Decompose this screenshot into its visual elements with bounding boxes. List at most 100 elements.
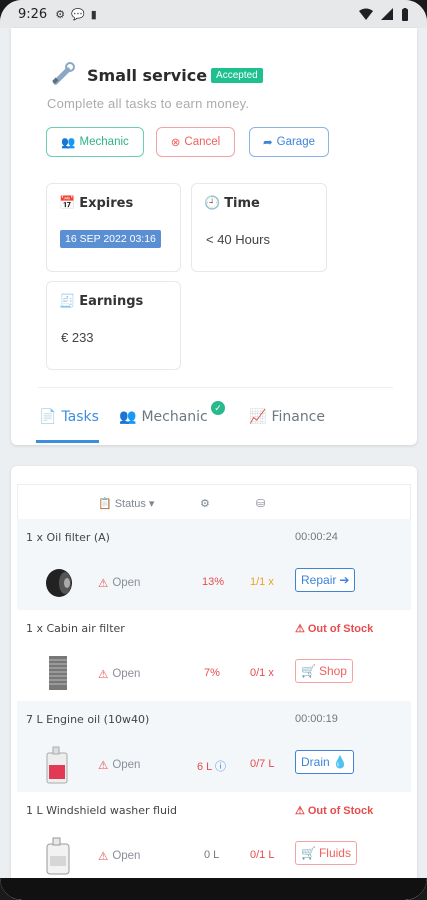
cancel-circle-icon: ⊗ — [170, 137, 181, 149]
expires-card: 📅 Expires 16 SEP 2022 03:16 — [46, 183, 181, 272]
task-ratio: 0/7 L — [250, 758, 275, 770]
battery-icon — [402, 7, 408, 21]
wifi-icon — [359, 8, 373, 20]
mechanic-button[interactable]: 👥 Mechanic — [46, 127, 144, 157]
expires-label-text: Expires — [79, 196, 134, 211]
garage-button-label: Garage — [276, 136, 315, 148]
active-tab-indicator — [36, 440, 99, 443]
warning-icon: ⚠ — [98, 669, 109, 681]
status-column-header[interactable]: 📋 Status ▾ — [98, 497, 155, 511]
task-timer: 00:00:24 — [295, 531, 338, 543]
warning-icon: ⚠ — [98, 578, 109, 590]
tab-tasks[interactable]: 📄 Tasks — [39, 409, 99, 425]
check-circle-icon: ✓ — [211, 401, 225, 415]
tabs-divider — [38, 387, 393, 388]
table-row: 1 L Windshield washer fluid ⚠ Out of Sto… — [17, 792, 411, 883]
sd-card-icon: ▮ — [90, 8, 97, 21]
task-name: 1 L Windshield washer fluid — [26, 804, 177, 817]
task-status-label: Open — [112, 577, 141, 589]
droplet-icon: 💧 — [332, 755, 348, 769]
warning-icon: ⚠ — [98, 760, 109, 772]
tab-finance[interactable]: 📈 Finance — [249, 409, 325, 425]
clock-icon: 🕘 — [204, 196, 221, 211]
table-row: 7 L Engine oil (10w40) 00:00:19 ⚠ Open 6… — [17, 701, 411, 792]
task-quantity: 7% — [204, 667, 220, 679]
warning-icon: ⚠ — [98, 851, 109, 863]
expires-label: 📅 Expires — [59, 196, 133, 211]
tab-mechanic-label: Mechanic — [141, 409, 208, 425]
repair-button[interactable]: Repair ➔ — [295, 568, 356, 592]
fluids-button[interactable]: 🛒 Fluids — [295, 841, 357, 865]
task-quantity: 0 L — [204, 849, 220, 861]
service-header: Small service Accepted — [47, 60, 263, 90]
task-name: 1 x Cabin air filter — [26, 622, 125, 635]
question-circle-icon[interactable]: ⓘ — [215, 761, 226, 773]
share-arrow-icon: ➦ — [263, 137, 273, 149]
engine-oil-image — [46, 746, 68, 784]
warning-icon: ⚠ — [295, 623, 305, 635]
settings-icon: ⚙ — [55, 8, 66, 21]
oil-filter-image — [46, 569, 72, 597]
time-label: 🕘 Time — [204, 196, 260, 211]
tasks-card: 📋 Status ▾ ⚙ ⛁ 1 x Oil filter (A) 00:00:… — [11, 466, 417, 900]
tab-mechanic[interactable]: 👥 Mechanic — [119, 409, 208, 425]
receipt-icon: 🧾 — [59, 294, 76, 309]
drain-button[interactable]: Drain 💧 — [295, 750, 354, 774]
shop-button-label: Shop — [318, 664, 347, 678]
task-status: ⚠ Open — [98, 849, 140, 863]
cart-icon: 🛒 — [301, 664, 316, 678]
message-icon: 💬 — [71, 8, 85, 21]
task-status-label: Open — [112, 668, 141, 680]
time-value: < 40 Hours — [206, 232, 270, 247]
task-quantity: 6 L ⓘ — [197, 758, 226, 774]
signal-icon — [381, 8, 393, 20]
tab-tasks-label: Tasks — [61, 409, 99, 425]
washer-fluid-image — [46, 837, 70, 875]
task-name: 7 L Engine oil (10w40) — [26, 713, 150, 726]
users-icon: 👥 — [119, 409, 137, 425]
task-status-label: Open — [112, 850, 141, 862]
fluids-button-label: Fluids — [318, 846, 351, 860]
task-ratio: 0/1 L — [250, 849, 275, 861]
cogs-icon[interactable]: ⚙ — [200, 497, 210, 510]
out-of-stock-text: Out of Stock — [307, 622, 374, 635]
task-ratio: 1/1 x — [250, 576, 274, 588]
task-quantity: 13% — [202, 576, 225, 588]
out-of-stock-text: Out of Stock — [307, 804, 374, 817]
earnings-label: 🧾 Earnings — [59, 294, 143, 309]
task-status-label: Open — [112, 759, 141, 771]
cabin-filter-image — [49, 656, 67, 690]
status-bar: 9:26 ⚙ 💬 ▮ — [0, 0, 427, 28]
table-header: 📋 Status ▾ ⚙ ⛁ — [17, 484, 411, 519]
task-status: ⚠ Open — [98, 576, 140, 590]
users-icon: 👥 — [61, 137, 76, 149]
navigation-bar — [0, 878, 427, 900]
time-label-text: Time — [224, 196, 260, 211]
warning-icon: ⚠ — [295, 805, 305, 817]
out-of-stock-label: ⚠ Out of Stock — [295, 622, 374, 636]
stock-icon[interactable]: ⛁ — [256, 497, 265, 510]
document-icon: 📄 — [39, 409, 57, 425]
cancel-button-label: Cancel — [184, 136, 221, 148]
garage-button[interactable]: ➦ Garage — [249, 127, 329, 157]
table-row: 1 x Cabin air filter ⚠ Out of Stock ⚠ Op… — [17, 610, 411, 701]
clipboard-icon: 📋 — [98, 498, 112, 510]
status-time: 9:26 — [18, 6, 48, 22]
shop-button[interactable]: 🛒 Shop — [295, 659, 353, 683]
cancel-button[interactable]: ⊗ Cancel — [156, 127, 235, 157]
wrench-icon — [52, 62, 75, 85]
tab-finance-label: Finance — [271, 409, 325, 425]
table-row: 1 x Oil filter (A) 00:00:24 ⚠ Open 13% 1… — [17, 519, 411, 610]
service-title: Small service — [87, 65, 208, 85]
caret-down-icon: ▾ — [148, 498, 155, 510]
out-of-stock-label: ⚠ Out of Stock — [295, 804, 374, 818]
cart-icon: 🛒 — [301, 846, 316, 860]
service-card: Small service Accepted Complete all task… — [11, 28, 417, 445]
drain-button-label: Drain — [301, 755, 330, 769]
earnings-label-text: Earnings — [79, 294, 144, 309]
task-name: 1 x Oil filter (A) — [26, 531, 110, 544]
time-card: 🕘 Time < 40 Hours — [191, 183, 327, 272]
app-screen: 9:26 ⚙ 💬 ▮ Small service Accepted Comple… — [0, 0, 427, 900]
mechanic-button-label: Mechanic — [79, 136, 129, 148]
service-subtitle: Complete all tasks to earn money. — [47, 96, 250, 111]
